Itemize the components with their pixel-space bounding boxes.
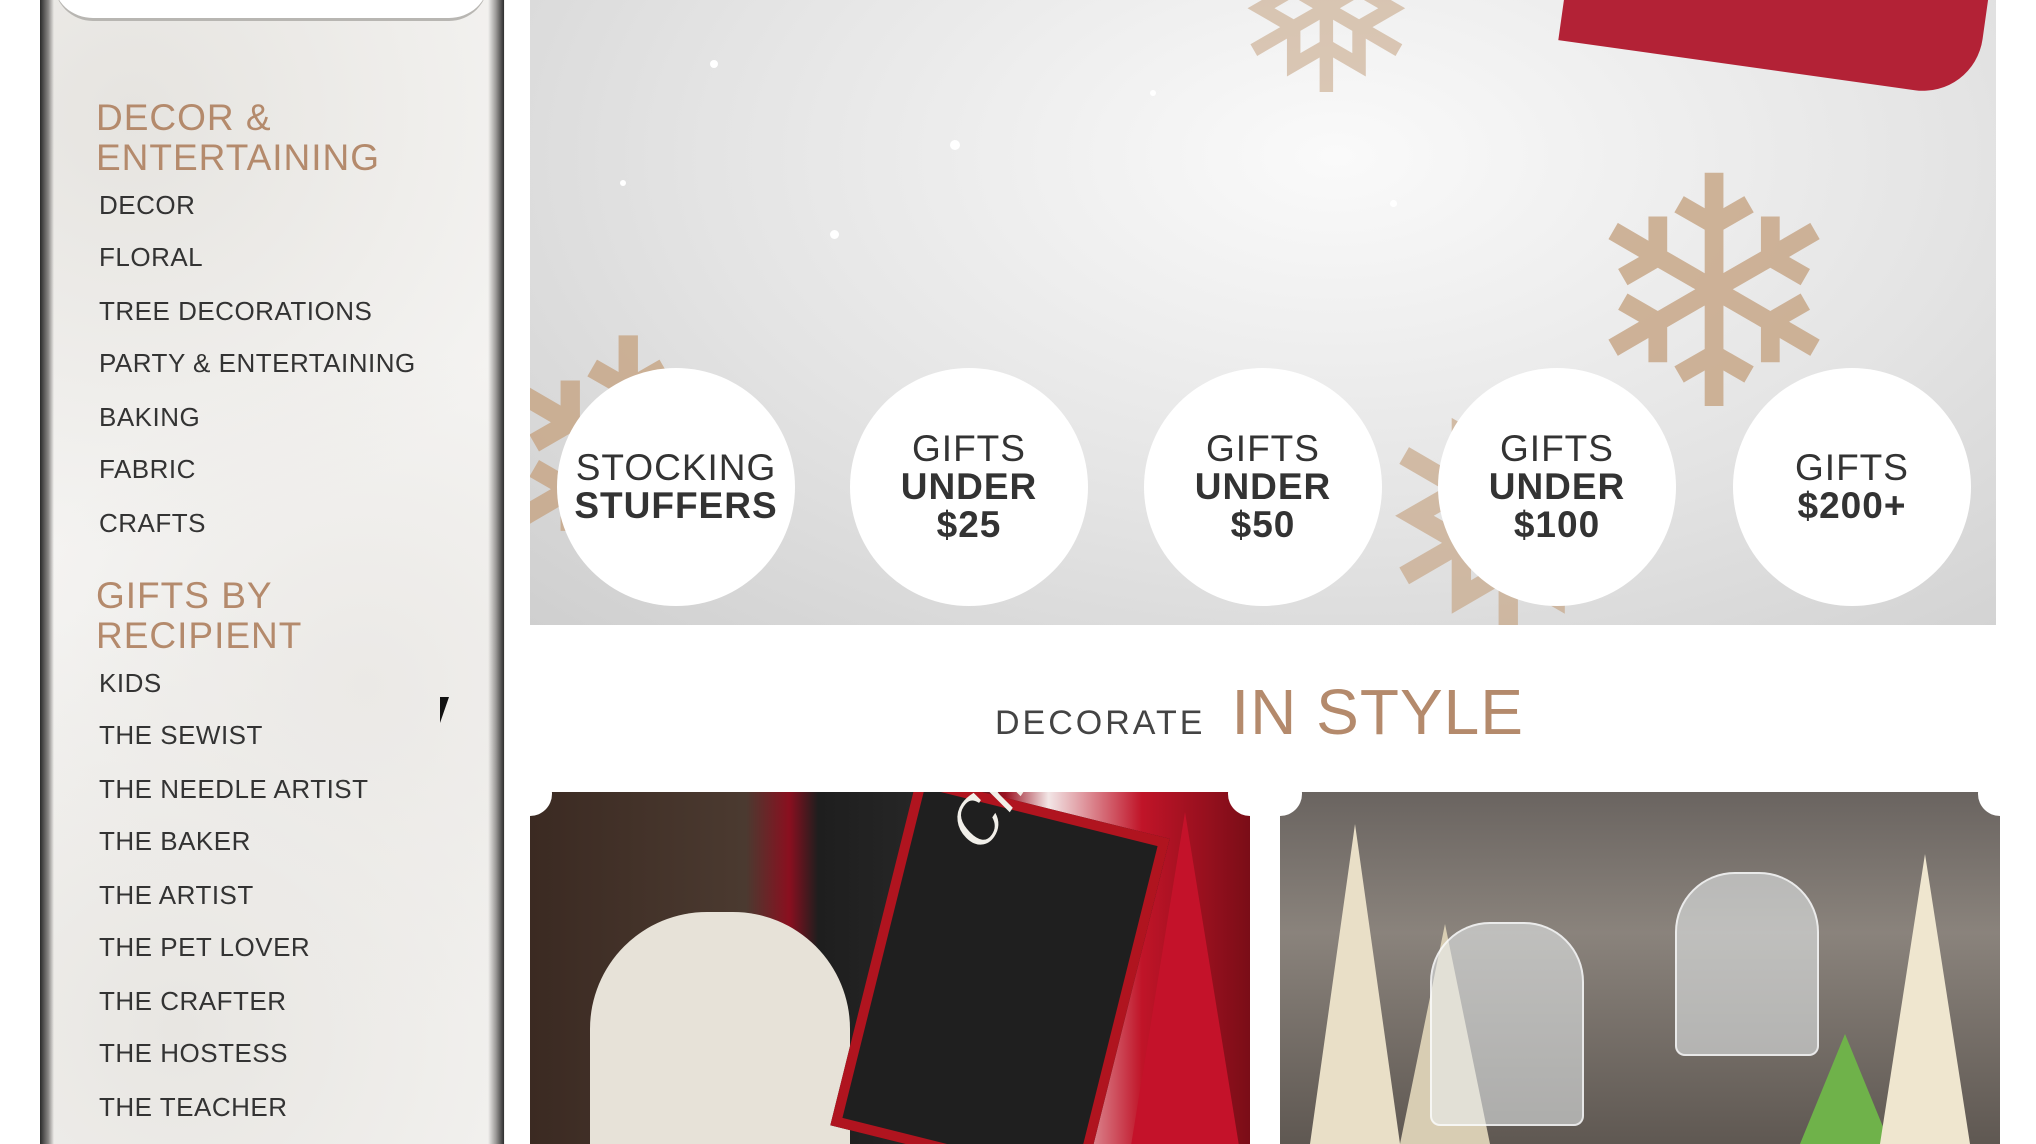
sidebar-item-the-artist[interactable]: THE ARTIST [99,880,254,911]
bottle-brush-tree-image [1310,824,1400,1144]
reindeer-image [590,912,850,1144]
heading-line: GIFTS BY [96,575,273,616]
sidebar-left-border [40,0,54,1144]
gift-button-under-100[interactable]: GIFTS UNDER $100 [1438,368,1676,606]
decorate-label: DECORATE [995,704,1206,742]
snow-sparkle [710,60,718,68]
sidebar-item-the-hostess[interactable]: THE HOSTESS [99,1038,288,1069]
sidebar-item-the-pet-lover[interactable]: THE PET LOVER [99,932,310,963]
snow-sparkle [830,230,839,239]
sidebar-item-the-baker[interactable]: THE BAKER [99,826,251,857]
gift-button-line: $50 [1230,504,1296,545]
gift-button-stocking-stuffers[interactable]: STOCKING STUFFERS [557,368,795,606]
decorate-in-style-heading: DECORATE IN STYLE [995,675,1524,755]
gift-button-under-50[interactable]: GIFTS UNDER $50 [1144,368,1382,606]
snow-sparkle [1150,90,1156,96]
gift-button-line: GIFTS [1795,447,1909,488]
gift-button-line: $200+ [1797,485,1907,526]
sidebar-item-the-teacher[interactable]: THE TEACHER [99,1092,288,1123]
mouse-pointer-icon [440,697,458,723]
snow-sparkle [1390,200,1397,207]
gift-button-line: STUFFERS [574,485,778,526]
section-heading-gifts-by-recipient: GIFTS BY RECIPIENT [96,576,302,656]
glass-cloche-image [1675,872,1819,1056]
green-tree-image [1800,1034,1890,1144]
gift-button-line: UNDER [1194,466,1332,507]
product-tile-christmas-decor[interactable]: Christmas [530,792,1250,1144]
red-cone-tree-image [1130,812,1240,1144]
gift-button-under-25[interactable]: GIFTS UNDER $25 [850,368,1088,606]
sidebar-item-the-needle-artist[interactable]: THE NEEDLE ARTIST [99,774,369,805]
sidebar-item-party-entertaining[interactable]: PARTY & ENTERTAINING [99,348,416,379]
sidebar-right-border [488,0,504,1144]
snow-sparkle [620,180,626,186]
heading-line: DECOR & [96,97,272,138]
sidebar-top-arch [54,0,488,21]
sidebar-item-tree-decorations[interactable]: TREE DECORATIONS [99,296,372,327]
sidebar-item-kids[interactable]: KIDS [99,668,162,699]
sidebar-item-floral[interactable]: FLORAL [99,242,203,273]
tile-corner-notch [1978,792,2000,816]
gift-button-line: GIFTS [912,428,1026,469]
sidebar-item-the-sewist[interactable]: THE SEWIST [99,720,263,751]
hero-banner: ❄ ❅ ❄ ❅ STOCKING STUFFERS GIFTS UNDER $2… [530,0,1996,625]
gift-button-line: GIFTS [1206,428,1320,469]
heading-line: RECIPIENT [96,615,303,656]
gift-button-line: UNDER [900,466,1038,507]
snow-sparkle [950,140,960,150]
gift-button-line: $100 [1513,504,1601,545]
tile-corner-notch [530,792,552,816]
ribbon-banner [1558,0,1994,99]
section-heading-decor-entertaining: DECOR & ENTERTAINING [96,98,380,178]
gift-button-line: $25 [936,504,1002,545]
bottle-brush-tree-image [1880,854,1970,1144]
sidebar-item-baking[interactable]: BAKING [99,402,200,433]
tile-corner-notch [1280,792,1302,816]
sidebar-item-the-crafter[interactable]: THE CRAFTER [99,986,287,1017]
gift-button-200-plus[interactable]: GIFTS $200+ [1733,368,1971,606]
gift-button-line: STOCKING [575,447,777,488]
glass-cloche-image [1430,922,1584,1126]
snowflake-icon: ❅ [1230,0,1423,147]
in-style-label: IN STYLE [1231,676,1524,748]
gift-button-line: UNDER [1488,466,1626,507]
product-tile-bottle-brush-trees[interactable] [1280,792,2000,1144]
sidebar-item-decor[interactable]: DECOR [99,190,195,221]
christmas-chalkboard-image: Christmas [830,792,1170,1144]
gift-button-line: GIFTS [1500,428,1614,469]
sidebar-item-fabric[interactable]: FABRIC [99,454,196,485]
heading-line: ENTERTAINING [96,137,381,178]
sidebar-item-crafts[interactable]: CRAFTS [99,508,206,539]
